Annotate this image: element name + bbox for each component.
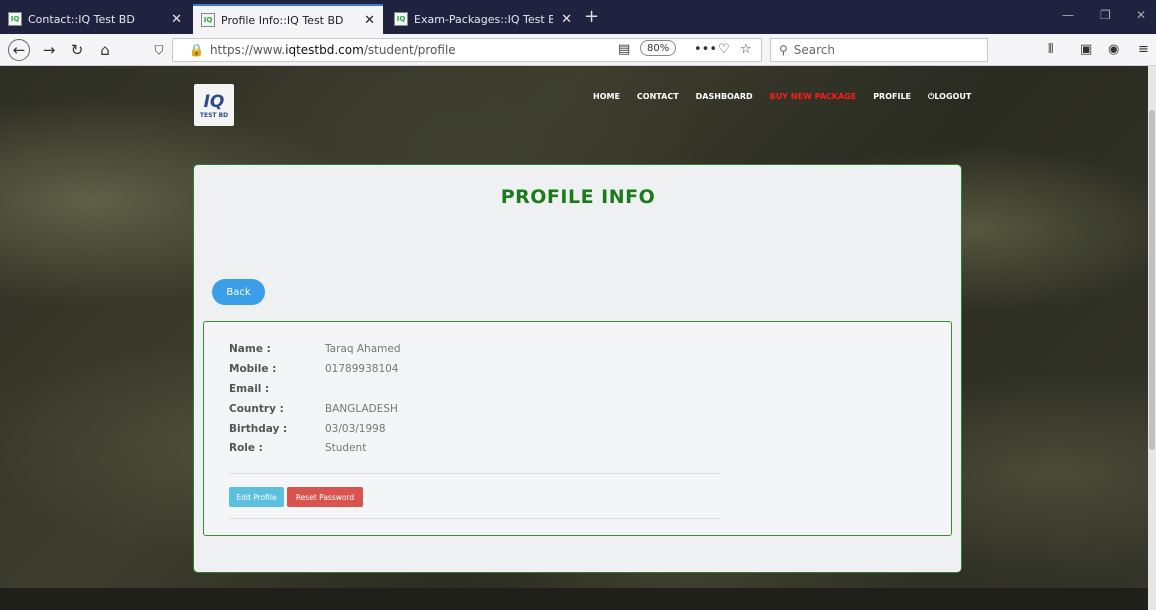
nav-profile[interactable]: PROFILE	[873, 92, 911, 102]
divider	[229, 518, 721, 519]
back-arrow-icon[interactable]: ←	[8, 39, 30, 61]
tab-title: Exam-Packages::IQ Test BD	[414, 12, 554, 26]
nav-dashboard[interactable]: DASHBOARD	[696, 92, 753, 102]
minimize-icon[interactable]: —	[1062, 8, 1074, 22]
logo-mark: IQ	[203, 91, 225, 112]
search-icon: ⚲	[779, 43, 788, 57]
tab-title: Profile Info::IQ Test BD	[221, 13, 344, 27]
forward-arrow-icon[interactable]: →	[38, 39, 60, 61]
search-placeholder: Search	[793, 43, 836, 57]
field-value: Student	[325, 442, 367, 454]
close-icon[interactable]: ✕	[561, 12, 572, 27]
field-value: 03/03/1998	[325, 423, 386, 435]
field-mobile: Mobile : 01789938104	[229, 363, 399, 379]
close-window-icon[interactable]: ✕	[1136, 8, 1146, 22]
restore-icon[interactable]: ❐	[1100, 8, 1111, 22]
footer-strip	[0, 588, 1148, 610]
field-country: Country : BANGLADESH	[229, 403, 398, 419]
url-path: /student/profile	[363, 43, 456, 57]
reset-password-button[interactable]: Reset Password	[287, 487, 363, 507]
more-actions-icon[interactable]: •••	[694, 42, 717, 57]
reload-icon[interactable]: ↻	[66, 39, 88, 61]
lock-icon: 🔒	[189, 43, 204, 57]
tab-bar: IQ Contact::IQ Test BD ✕ IQ Profile Info…	[0, 0, 1156, 34]
site-favicon-icon: IQ	[394, 12, 408, 26]
shield-icon[interactable]: ⛉	[150, 39, 168, 61]
account-icon[interactable]: ◉	[1108, 42, 1119, 57]
reader-view-icon[interactable]: ▤	[618, 42, 630, 57]
tab-contact[interactable]: IQ Contact::IQ Test BD ✕	[0, 4, 190, 34]
navigation-toolbar: ← → ↻ ⌂ ⛉ 🔒 https://www. iqtestbd.com/stu…	[0, 34, 1156, 66]
site-logo[interactable]: IQ TEST BD	[194, 84, 234, 126]
close-icon[interactable]: ✕	[171, 12, 182, 27]
close-icon[interactable]: ✕	[364, 13, 375, 28]
nav-home[interactable]: HOME	[593, 92, 620, 102]
search-input[interactable]: ⚲ Search	[770, 38, 988, 62]
tab-profile-info[interactable]: IQ Profile Info::IQ Test BD ✕	[193, 4, 383, 34]
tab-title: Contact::IQ Test BD	[28, 12, 135, 26]
sidebar-icon[interactable]: ▣	[1080, 42, 1092, 57]
field-value: BANGLADESH	[325, 403, 398, 415]
scrollbar-thumb[interactable]	[1149, 110, 1155, 450]
home-icon[interactable]: ⌂	[94, 39, 116, 61]
field-email: Email :	[229, 383, 325, 399]
field-label: Name :	[229, 343, 271, 355]
library-icon[interactable]: ⫴	[1048, 42, 1053, 57]
site-favicon-icon: IQ	[8, 12, 22, 26]
logo-subtext: TEST BD	[199, 111, 229, 119]
edit-profile-button[interactable]: Edit Profile	[229, 487, 284, 507]
bookmark-star-icon[interactable]: ☆	[740, 42, 752, 57]
divider	[229, 473, 721, 474]
tab-exam-packages[interactable]: IQ Exam-Packages::IQ Test BD ✕	[386, 4, 580, 34]
field-label: Mobile :	[229, 363, 277, 375]
url-domain: iqtestbd.com	[285, 43, 364, 57]
site-favicon-icon: IQ	[201, 13, 215, 27]
field-value: Taraq Ahamed	[325, 343, 401, 355]
back-button[interactable]: Back	[212, 279, 265, 305]
url-prefix: https://www.	[209, 43, 286, 57]
field-label: Birthday :	[229, 423, 288, 435]
field-role: Role : Student	[229, 442, 366, 458]
field-label: Country :	[229, 403, 284, 415]
field-label: Email :	[229, 383, 270, 395]
field-value: 01789938104	[325, 363, 399, 375]
nav-buy-new-package[interactable]: BUY NEW PACKAGE	[770, 92, 857, 102]
nav-logout[interactable]: ⏻LOGOUT	[928, 92, 971, 102]
pocket-icon[interactable]: ♡	[718, 42, 730, 57]
zoom-level[interactable]: 80%	[640, 40, 677, 56]
new-tab-icon[interactable]: +	[584, 6, 599, 27]
field-birthday: Birthday : 03/03/1998	[229, 423, 386, 439]
menu-icon[interactable]: ≡	[1138, 42, 1149, 57]
page-title: PROFILE INFO	[500, 186, 656, 208]
site-navigation: HOME CONTACT DASHBOARD BUY NEW PACKAGE P…	[593, 92, 971, 102]
field-label: Role :	[229, 442, 263, 454]
field-name: Name : Taraq Ahamed	[229, 343, 401, 359]
nav-contact[interactable]: CONTACT	[637, 92, 679, 102]
